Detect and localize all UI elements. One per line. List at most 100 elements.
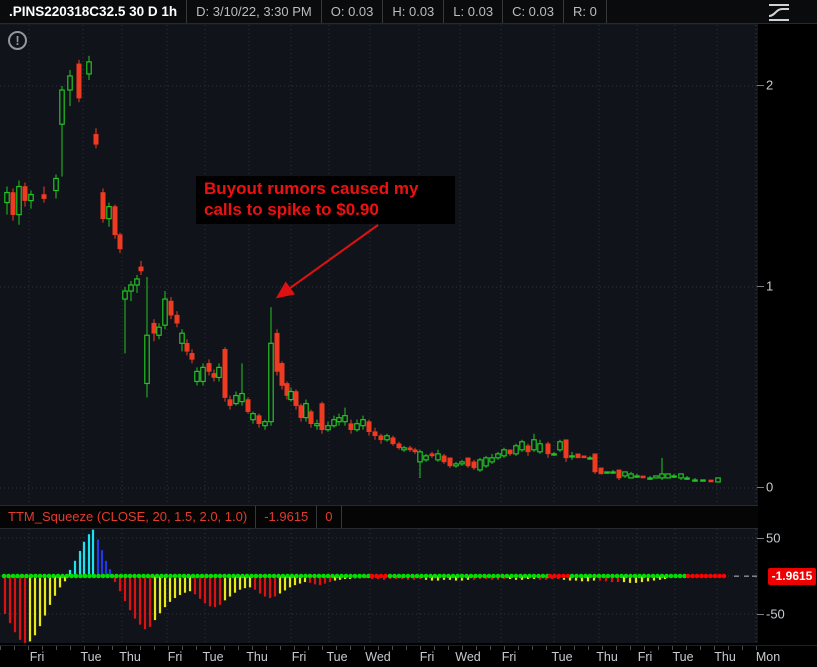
squeeze-bar: [28, 576, 32, 642]
squeeze-dot-green: [673, 573, 678, 579]
squeeze-value-badge: -1.9615: [768, 568, 816, 585]
squeeze-dot-green: [428, 573, 433, 579]
squeeze-dot-green: [614, 573, 620, 579]
squeeze-dot-green: [46, 573, 52, 579]
squeeze-dot-red: [721, 573, 727, 579]
candle-down: [412, 449, 418, 453]
candle-down: [298, 405, 304, 418]
candle-up: [67, 75, 73, 91]
squeeze-dot-green: [190, 573, 196, 579]
x-axis-label-wed: Wed: [455, 650, 481, 664]
squeeze-dot-green: [159, 573, 164, 579]
squeeze-dot-green: [253, 573, 259, 579]
squeeze-dot-green: [446, 573, 451, 579]
candle-up: [678, 473, 684, 479]
squeeze-dot-green: [414, 573, 420, 579]
candle-up: [700, 479, 706, 482]
indicator-name-label[interactable]: TTM_Squeeze (CLOSE, 20, 1.5, 2.0, 1.0): [0, 506, 257, 528]
squeeze-dot-red: [369, 573, 375, 579]
candle-down: [138, 266, 144, 272]
squeeze-bar: [91, 529, 95, 576]
squeeze-bar: [283, 576, 287, 591]
header-field-datetime: D: 3/10/22, 3:30 PM: [187, 0, 322, 23]
candle-up: [622, 471, 628, 477]
candle-up: [288, 390, 294, 401]
candle-up: [354, 423, 360, 431]
candle-up: [671, 475, 677, 478]
squeeze-bar: [96, 539, 100, 576]
squeeze-dot-green: [150, 573, 155, 579]
squeeze-dot-red: [378, 573, 384, 579]
alert-info-icon[interactable]: !: [8, 31, 27, 50]
squeeze-bar: [198, 576, 202, 599]
squeeze-bar: [82, 541, 86, 576]
squeeze-dot-green: [392, 573, 397, 579]
symbol-timeframe-label[interactable]: .PINS220318C32.5 30 D 1h: [0, 0, 188, 23]
squeeze-dot-green: [343, 573, 349, 579]
squeeze-dot-green: [55, 573, 61, 579]
squeeze-dot-green: [509, 573, 514, 579]
squeeze-dot-red: [712, 573, 718, 579]
chart-header: .PINS220318C32.5 30 D 1h D: 3/10/22, 3:3…: [0, 0, 817, 24]
squeeze-dot-green: [199, 573, 205, 579]
price-axis[interactable]: [758, 24, 817, 645]
squeeze-dot-green: [641, 573, 647, 579]
squeeze-dot-green: [668, 573, 674, 579]
squeeze-dot-green: [294, 573, 299, 579]
candle-up: [715, 477, 721, 483]
squeeze-dot-green: [91, 573, 97, 579]
squeeze-dot-green: [6, 573, 11, 579]
squeeze-dot-green: [410, 573, 415, 579]
squeeze-bar: [233, 576, 237, 593]
squeeze-dot-green: [450, 573, 456, 579]
price-axis-label-0: 0: [766, 479, 774, 495]
x-axis-label-thu: Thu: [246, 650, 268, 664]
squeeze-dot-green: [78, 573, 83, 579]
candle-up: [4, 191, 10, 204]
squeeze-dot-red: [717, 573, 722, 579]
candle-down: [22, 186, 28, 201]
time-axis[interactable]: Fri Tue Thu Fri Tue Thu Fri Tue Wed Fri Wed Fri Tue T…: [0, 645, 817, 667]
main-price-chart[interactable]: [0, 24, 758, 506]
squeeze-dot-green: [325, 573, 331, 579]
squeeze-dot-green: [307, 573, 313, 579]
squeeze-dot-green: [10, 573, 16, 579]
squeeze-dot-green: [334, 573, 340, 579]
squeeze-dot-green: [352, 573, 358, 579]
zero-line-dash: [734, 575, 739, 577]
x-axis-label-fri: Fri: [29, 650, 45, 664]
squeeze-dot-green: [258, 573, 263, 579]
squeeze-dot-green: [33, 573, 38, 579]
squeeze-dot-green: [500, 573, 505, 579]
squeeze-dot-green: [423, 573, 429, 579]
chart-annotation-note[interactable]: Buyout rumors caused my calls to spike t…: [196, 176, 455, 224]
squeeze-bar: [53, 576, 57, 596]
candle-up: [483, 457, 489, 467]
x-axis-label-thu: Thu: [714, 650, 736, 664]
candle-up: [106, 206, 112, 220]
squeeze-dot-green: [262, 573, 268, 579]
x-axis-label-fri: Fri: [291, 650, 307, 664]
chart-style-icon[interactable]: [766, 2, 792, 22]
candle-up: [86, 61, 92, 75]
squeeze-dot-green: [574, 573, 579, 579]
info-glyph: !: [15, 33, 20, 48]
squeeze-bar: [173, 576, 177, 599]
candle-up: [262, 421, 268, 427]
squeeze-dot-green: [468, 573, 474, 579]
candle-up: [216, 366, 222, 379]
candle-up: [495, 453, 501, 459]
candle-up: [610, 471, 616, 474]
squeeze-dot-green: [226, 573, 232, 579]
candle-up: [531, 439, 537, 451]
squeeze-bar: [18, 576, 22, 640]
candle-down: [76, 63, 82, 99]
candle-up: [423, 455, 429, 461]
x-axis-label-fri: Fri: [501, 650, 517, 664]
squeeze-dot-green: [491, 573, 496, 579]
ttm-squeeze-panel[interactable]: [0, 529, 758, 643]
squeeze-dot-green: [536, 573, 541, 579]
candle-down: [581, 455, 587, 459]
squeeze-dot-green: [637, 573, 642, 579]
annotation-line-1: Buyout rumors caused my: [204, 179, 419, 198]
